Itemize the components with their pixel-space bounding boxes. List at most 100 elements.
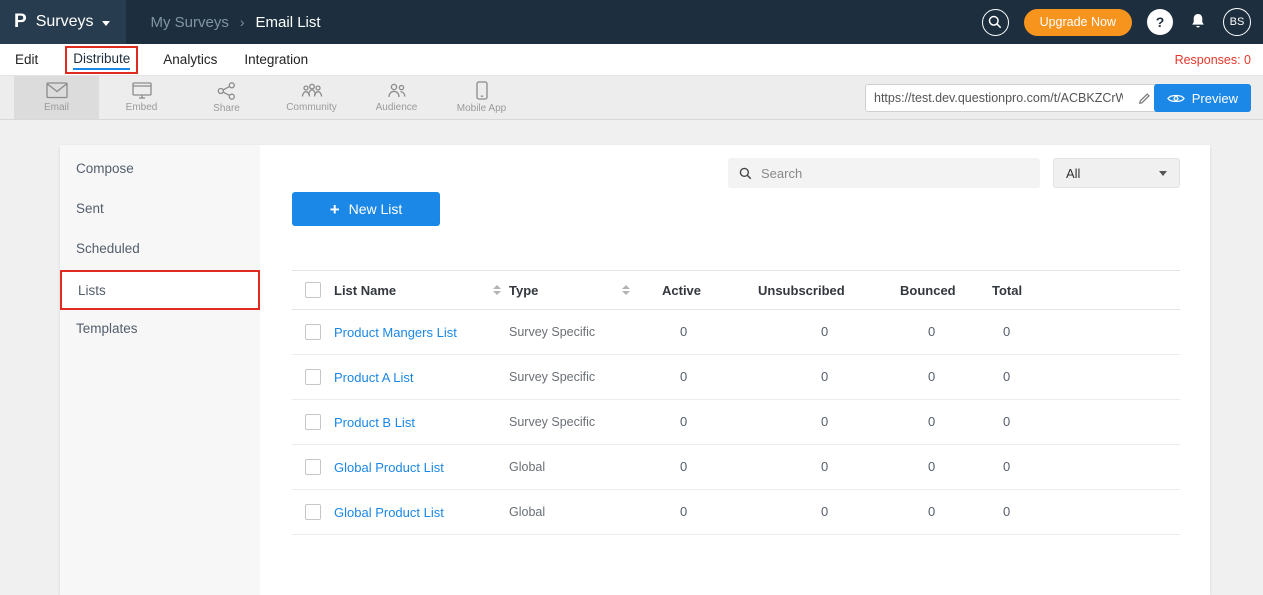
- sidebar-item-lists[interactable]: Lists: [60, 270, 260, 310]
- tab-edit[interactable]: Edit: [15, 52, 38, 67]
- user-avatar[interactable]: BS: [1223, 8, 1251, 36]
- search-button[interactable]: [982, 9, 1009, 36]
- search-icon: [988, 15, 1002, 29]
- chevron-down-icon: [1159, 171, 1167, 176]
- total-count: 0: [992, 414, 1010, 429]
- channel-list: Email Embed Share Community Audience Mob…: [14, 76, 524, 119]
- active-count: 0: [662, 414, 687, 429]
- table-header-row: List Name Type Active Unsubscribed Bounc…: [292, 270, 1180, 310]
- row-checkbox[interactable]: [305, 414, 321, 430]
- email-lists-panel: Compose Sent Scheduled Lists Templates A…: [60, 145, 1210, 595]
- channel-email[interactable]: Email: [14, 76, 99, 119]
- row-checkbox[interactable]: [305, 459, 321, 475]
- unsubscribed-count: 0: [758, 459, 828, 474]
- bell-icon[interactable]: [1188, 12, 1208, 32]
- header-active: Active: [662, 283, 701, 298]
- channel-label: Email: [44, 102, 69, 113]
- audience-icon: [386, 82, 408, 99]
- lists-content: All + New List List Name Type: [260, 145, 1213, 595]
- embed-icon: [132, 82, 152, 99]
- sidebar-item-sent[interactable]: Sent: [60, 190, 260, 230]
- active-count: 0: [662, 459, 687, 474]
- table-row: Global Product List Global 0 0 0 0: [292, 490, 1180, 535]
- total-count: 0: [992, 459, 1010, 474]
- channel-audience[interactable]: Audience: [354, 76, 439, 119]
- filter-row: All: [292, 158, 1180, 188]
- select-all-checkbox[interactable]: [305, 282, 321, 298]
- channel-embed[interactable]: Embed: [99, 76, 184, 119]
- upgrade-now-button[interactable]: Upgrade Now: [1024, 9, 1132, 36]
- preview-label: Preview: [1192, 91, 1238, 106]
- tab-distribute[interactable]: Distribute: [73, 51, 130, 70]
- active-count: 0: [662, 369, 687, 384]
- channel-community[interactable]: Community: [269, 76, 354, 119]
- page-title: Email List: [256, 14, 321, 31]
- sort-icon[interactable]: [493, 285, 501, 295]
- table-row: Product B List Survey Specific 0 0 0 0: [292, 400, 1180, 445]
- list-type: Global: [509, 505, 545, 519]
- sidebar-item-compose[interactable]: Compose: [60, 150, 260, 190]
- distribute-channel-toolbar: Email Embed Share Community Audience Mob…: [0, 76, 1263, 120]
- breadcrumb-my-surveys[interactable]: My Surveys: [150, 14, 228, 31]
- tab-integration[interactable]: Integration: [244, 52, 308, 67]
- bounced-count: 0: [900, 504, 935, 519]
- app-window: P Surveys My Surveys › Email List Upgrad…: [0, 0, 1263, 595]
- product-name: Surveys: [36, 13, 94, 31]
- list-name-link[interactable]: Product Mangers List: [334, 325, 457, 340]
- channel-label: Audience: [376, 102, 418, 113]
- total-count: 0: [992, 504, 1010, 519]
- channel-share[interactable]: Share: [184, 76, 269, 119]
- unsubscribed-count: 0: [758, 369, 828, 384]
- lists-table: List Name Type Active Unsubscribed Bounc…: [292, 270, 1180, 535]
- bounced-count: 0: [900, 459, 935, 474]
- top-bar: P Surveys My Surveys › Email List Upgrad…: [0, 0, 1263, 44]
- list-type: Survey Specific: [509, 370, 595, 384]
- channel-label: Mobile App: [457, 103, 506, 114]
- new-list-button[interactable]: + New List: [292, 192, 440, 226]
- unsubscribed-count: 0: [758, 324, 828, 339]
- total-count: 0: [992, 324, 1010, 339]
- survey-nav-tabs: Edit Distribute Analytics Integration Re…: [0, 44, 1263, 76]
- header-unsubscribed: Unsubscribed: [758, 283, 845, 298]
- product-switcher[interactable]: P Surveys: [0, 0, 126, 44]
- search-icon: [739, 167, 752, 180]
- row-checkbox[interactable]: [305, 369, 321, 385]
- list-name-link[interactable]: Product A List: [334, 370, 414, 385]
- mobile-app-icon: [475, 81, 489, 100]
- list-name-link[interactable]: Global Product List: [334, 460, 444, 475]
- row-checkbox[interactable]: [305, 324, 321, 340]
- unsubscribed-count: 0: [758, 504, 828, 519]
- list-name-link[interactable]: Global Product List: [334, 505, 444, 520]
- preview-button[interactable]: Preview: [1154, 84, 1251, 112]
- bounced-count: 0: [900, 369, 935, 384]
- breadcrumb: My Surveys › Email List: [150, 14, 320, 31]
- sort-icon[interactable]: [622, 285, 630, 295]
- tab-analytics[interactable]: Analytics: [163, 52, 217, 67]
- channel-label: Share: [213, 103, 240, 114]
- row-checkbox[interactable]: [305, 504, 321, 520]
- unsubscribed-count: 0: [758, 414, 828, 429]
- list-type-filter[interactable]: All: [1053, 158, 1180, 188]
- search-input[interactable]: [761, 166, 1029, 181]
- channel-label: Community: [286, 102, 337, 113]
- responses-count[interactable]: Responses: 0: [1175, 53, 1251, 67]
- bounced-count: 0: [900, 324, 935, 339]
- sidebar-item-templates[interactable]: Templates: [60, 310, 260, 350]
- list-type: Survey Specific: [509, 415, 595, 429]
- eye-icon: [1167, 93, 1185, 104]
- email-sidebar: Compose Sent Scheduled Lists Templates: [60, 145, 260, 595]
- table-row: Product A List Survey Specific 0 0 0 0: [292, 355, 1180, 400]
- header-total: Total: [992, 283, 1022, 298]
- header-bounced: Bounced: [900, 283, 956, 298]
- sidebar-item-scheduled[interactable]: Scheduled: [60, 230, 260, 270]
- breadcrumb-separator: ›: [240, 14, 245, 30]
- table-row: Product Mangers List Survey Specific 0 0…: [292, 310, 1180, 355]
- plus-icon: +: [330, 201, 340, 218]
- channel-mobile-app[interactable]: Mobile App: [439, 76, 524, 119]
- list-name-link[interactable]: Product B List: [334, 415, 415, 430]
- pencil-icon: [1138, 91, 1152, 105]
- help-button[interactable]: ?: [1147, 9, 1173, 35]
- community-icon: [301, 82, 323, 99]
- topbar-actions: Upgrade Now ? BS: [982, 8, 1263, 36]
- survey-url-input[interactable]: [866, 91, 1131, 105]
